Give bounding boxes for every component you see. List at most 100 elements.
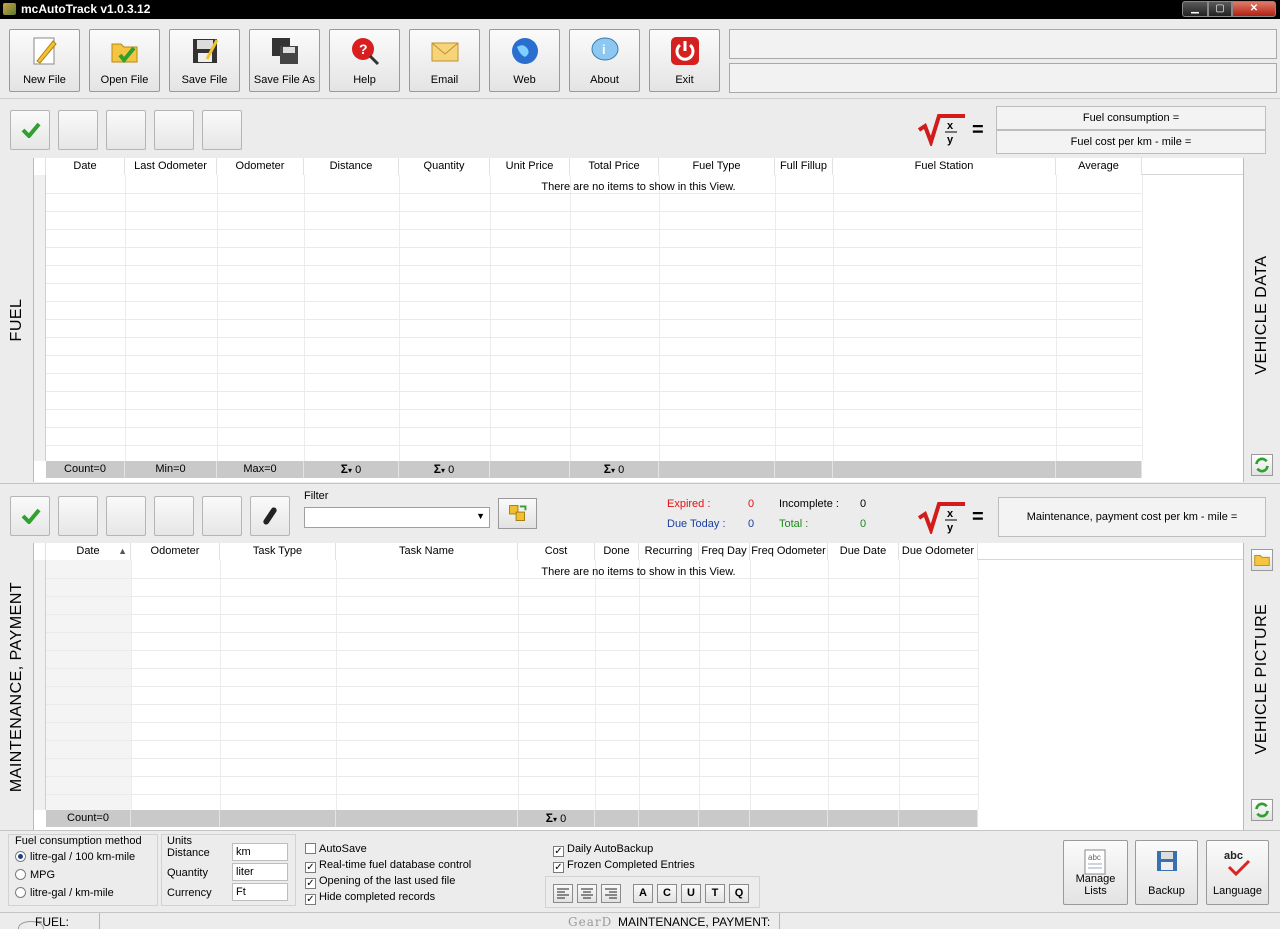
col-odometer[interactable]: Odometer: [131, 543, 220, 560]
autosave-checkbox[interactable]: [305, 843, 316, 854]
col-date[interactable]: Date: [46, 158, 125, 175]
open-last-file-checkbox[interactable]: ✓: [305, 878, 316, 889]
about-button[interactable]: i About: [569, 29, 640, 92]
language-button[interactable]: abc Language: [1206, 840, 1269, 905]
fuel-tool-button-4[interactable]: [202, 110, 242, 150]
fuel-action-bar: xy = Fuel consumption = Fuel cost per km…: [0, 100, 1280, 158]
fuel-grid[interactable]: Date Last Odometer Odometer Distance Qua…: [34, 158, 1243, 482]
realtime-control-checkbox[interactable]: ✓: [305, 862, 316, 873]
expired-label: Expired :: [667, 498, 711, 510]
col-full-fillup[interactable]: Full Fillup: [775, 158, 833, 175]
col-due-date[interactable]: Due Date: [828, 543, 899, 560]
fuel-tool-button-1[interactable]: [58, 110, 98, 150]
col-fuel-type[interactable]: Fuel Type: [659, 158, 775, 175]
filter-dropdown[interactable]: ▼: [304, 507, 490, 528]
vehicle-data-refresh-button[interactable]: [1251, 454, 1273, 476]
currency-unit-input[interactable]: Ft: [232, 883, 288, 901]
email-button[interactable]: Email: [409, 29, 480, 92]
filter-icon: [509, 505, 527, 521]
maintenance-tool-button-1[interactable]: [58, 496, 98, 536]
letter-button-u[interactable]: U: [681, 884, 701, 903]
radio[interactable]: [15, 869, 26, 880]
letter-button-t[interactable]: T: [705, 884, 725, 903]
open-file-button[interactable]: Open File: [89, 29, 160, 92]
daily-autobackup-label: Daily AutoBackup: [567, 843, 654, 855]
exit-button[interactable]: Exit: [649, 29, 720, 92]
realtime-control-option[interactable]: ✓ Real-time fuel database control: [305, 859, 471, 873]
vehicle-picture-panel[interactable]: VEHICLE PICTURE: [1243, 543, 1280, 830]
col-last-odometer[interactable]: Last Odometer: [125, 158, 217, 175]
col-odometer[interactable]: Odometer: [217, 158, 304, 175]
radio-selected[interactable]: [15, 851, 26, 862]
autosave-option[interactable]: AutoSave: [305, 843, 367, 855]
apply-filter-button[interactable]: [498, 498, 537, 529]
maintenance-tool-button-3[interactable]: [154, 496, 194, 536]
frozen-entries-label: Frozen Completed Entries: [567, 859, 695, 871]
maintenance-status-panel: Expired : 0 Incomplete : 0 Due Today : 0…: [660, 489, 900, 539]
hide-completed-option[interactable]: ✓ Hide completed records: [305, 891, 435, 905]
col-distance[interactable]: Distance: [304, 158, 399, 175]
col-total-price[interactable]: Total Price: [570, 158, 659, 175]
fuel-confirm-button[interactable]: [10, 110, 50, 150]
open-picture-button[interactable]: [1251, 549, 1273, 571]
hide-completed-checkbox[interactable]: ✓: [305, 894, 316, 905]
col-freq-odometer[interactable]: Freq Odometer: [750, 543, 828, 560]
minimize-button[interactable]: ▁: [1182, 1, 1208, 17]
daily-autobackup-checkbox[interactable]: ✓: [553, 846, 564, 857]
vehicle-picture-label: VEHICLE PICTURE: [1253, 603, 1270, 755]
web-button[interactable]: Web: [489, 29, 560, 92]
align-left-button[interactable]: [553, 884, 573, 903]
footer-distance-sum-value: 0: [355, 464, 362, 476]
col-freq-day[interactable]: Freq Day: [699, 543, 750, 560]
status-fuel: FUEL:: [35, 915, 70, 929]
maintenance-link-button[interactable]: [250, 496, 290, 536]
save-file-as-button[interactable]: Save File As: [249, 29, 320, 92]
method-option-3[interactable]: litre-gal / km-mile: [15, 887, 114, 899]
daily-autobackup-option[interactable]: ✓ Daily AutoBackup: [553, 843, 653, 857]
save-file-button[interactable]: Save File: [169, 29, 240, 92]
new-file-button[interactable]: New File: [9, 29, 80, 92]
frozen-entries-option[interactable]: ✓ Frozen Completed Entries: [553, 859, 695, 873]
maintenance-tool-button-4[interactable]: [202, 496, 242, 536]
col-done[interactable]: Done: [595, 543, 639, 560]
col-unit-price[interactable]: Unit Price: [490, 158, 570, 175]
align-right-button[interactable]: [601, 884, 621, 903]
help-button[interactable]: ? Help: [329, 29, 400, 92]
col-average[interactable]: Average: [1056, 158, 1142, 175]
col-due-odometer[interactable]: Due Odometer: [899, 543, 978, 560]
col-task-name[interactable]: Task Name: [336, 543, 518, 560]
incomplete-value: 0: [860, 498, 867, 510]
col-date[interactable]: Date ▲: [46, 543, 131, 560]
maximize-button[interactable]: ▢: [1208, 1, 1232, 17]
frozen-entries-checkbox[interactable]: ✓: [553, 862, 564, 873]
fuel-tool-button-2[interactable]: [106, 110, 146, 150]
col-cost[interactable]: Cost: [518, 543, 595, 560]
maintenance-grid[interactable]: Date ▲ Odometer Task Type Task Name Cost …: [34, 543, 1243, 830]
letter-button-a[interactable]: A: [633, 884, 653, 903]
open-last-file-option[interactable]: ✓ Opening of the last used file: [305, 875, 455, 889]
maintenance-tool-button-2[interactable]: [106, 496, 146, 536]
radio[interactable]: [15, 887, 26, 898]
col-quantity[interactable]: Quantity: [399, 158, 490, 175]
maintenance-confirm-button[interactable]: [10, 496, 50, 536]
quantity-unit-input[interactable]: liter: [232, 863, 288, 881]
backup-button[interactable]: Backup: [1135, 840, 1198, 905]
letter-button-q[interactable]: Q: [729, 884, 749, 903]
col-task-type[interactable]: Task Type: [220, 543, 336, 560]
status-maintenance: MAINTENANCE, PAYMENT:: [618, 915, 771, 929]
manage-lists-button[interactable]: abc Manage Lists: [1063, 840, 1128, 905]
vehicle-picture-refresh-button[interactable]: [1251, 799, 1273, 821]
col-recurring[interactable]: Recurring: [639, 543, 699, 560]
chevron-down-icon: ▼: [476, 511, 485, 521]
close-button[interactable]: ✕: [1232, 1, 1276, 17]
email-label: Email: [430, 74, 459, 86]
language-icon: abc: [1224, 850, 1250, 877]
fuel-tool-button-3[interactable]: [154, 110, 194, 150]
col-fuel-station[interactable]: Fuel Station: [833, 158, 1056, 175]
vehicle-data-panel[interactable]: VEHICLE DATA: [1243, 158, 1280, 482]
method-option-1[interactable]: litre-gal / 100 km-mile: [15, 851, 135, 863]
letter-button-c[interactable]: C: [657, 884, 677, 903]
align-center-button[interactable]: [577, 884, 597, 903]
distance-unit-input[interactable]: km: [232, 843, 288, 861]
method-option-2[interactable]: MPG: [15, 869, 55, 881]
